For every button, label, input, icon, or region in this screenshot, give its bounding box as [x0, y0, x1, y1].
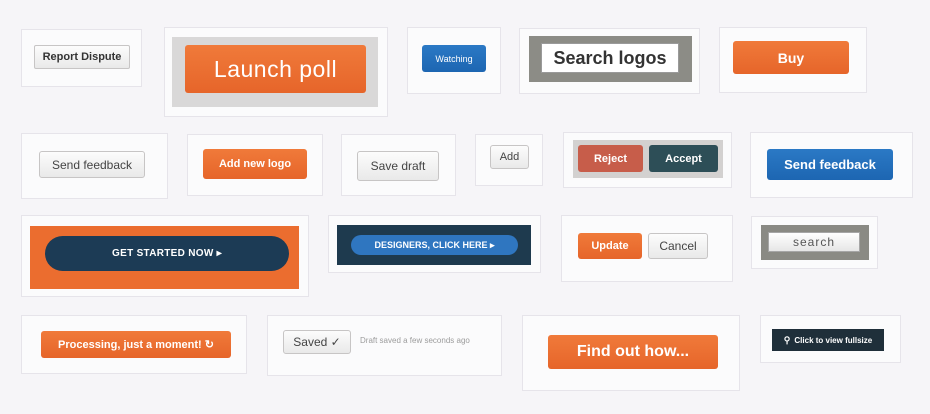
report-dispute-button[interactable]: Report Dispute — [34, 45, 130, 69]
processing-button[interactable]: Processing, just a moment! ↻ — [41, 331, 231, 358]
view-fullsize-button[interactable]: ⚲ Click to view fullsize — [772, 329, 884, 351]
cancel-button[interactable]: Cancel — [648, 233, 708, 259]
reject-button[interactable]: Reject — [578, 145, 643, 172]
get-started-button[interactable]: GET STARTED NOW ▸ — [45, 236, 289, 271]
view-fullsize-label: Click to view fullsize — [794, 335, 873, 345]
saved-button[interactable]: Saved ✓ — [283, 330, 351, 354]
launch-poll-button[interactable]: Launch poll — [185, 45, 366, 93]
search-icon: ⚲ — [783, 334, 791, 345]
designers-button[interactable]: DESIGNERS, CLICK HERE ▸ — [351, 235, 518, 255]
send-feedback-grey-button[interactable]: Send feedback — [39, 151, 145, 178]
draft-status-text: Draft saved a few seconds ago — [360, 336, 470, 345]
search-logos-button[interactable]: Search logos — [541, 43, 679, 73]
update-button[interactable]: Update — [578, 233, 642, 259]
add-button[interactable]: Add — [490, 145, 529, 169]
buy-button[interactable]: Buy — [733, 41, 849, 74]
send-feedback-blue-button[interactable]: Send feedback — [767, 149, 893, 180]
accept-button[interactable]: Accept — [649, 145, 718, 172]
watching-button[interactable]: Watching — [422, 45, 486, 72]
find-out-button[interactable]: Find out how... — [548, 335, 718, 369]
search-button[interactable]: search — [768, 232, 860, 252]
save-draft-button[interactable]: Save draft — [357, 151, 439, 181]
add-new-logo-button[interactable]: Add new logo — [203, 149, 307, 179]
